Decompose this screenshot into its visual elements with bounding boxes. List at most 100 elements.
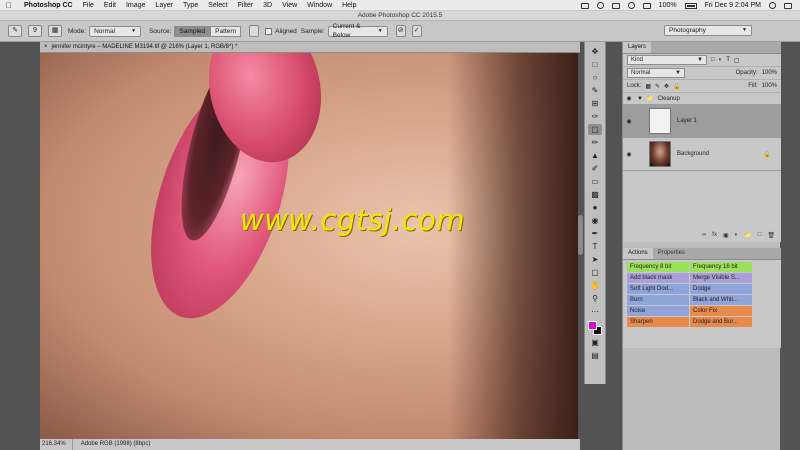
action-button[interactable]: Color Fix: [690, 306, 752, 316]
hand-tool[interactable]: ✋: [588, 280, 602, 291]
filter-shape-icon[interactable]: ▢: [734, 57, 740, 64]
pattern-swatch[interactable]: [249, 25, 260, 37]
image-canvas[interactable]: www.cgtsj.com: [40, 53, 578, 439]
menubar-clock[interactable]: Fri Dec 9 2:04 PM: [705, 2, 761, 9]
lock-move-icon[interactable]: ✥: [664, 83, 669, 90]
rectangle-tool[interactable]: ▢: [588, 267, 602, 278]
source-pattern-button[interactable]: Pattern: [210, 25, 242, 37]
dodge-tool[interactable]: ◉: [588, 215, 602, 226]
close-icon[interactable]: ×: [44, 44, 48, 50]
ignore-adjustment-layers-icon[interactable]: ⊘: [395, 25, 406, 37]
tab-properties[interactable]: Properties: [653, 248, 690, 259]
action-button[interactable]: Sharpen: [627, 317, 689, 327]
action-button[interactable]: Frequency 8 bit: [627, 262, 689, 272]
menu-edit[interactable]: Edit: [104, 2, 116, 9]
visibility-eye-icon[interactable]: ◉: [623, 151, 635, 158]
color-swatches[interactable]: [588, 321, 602, 335]
lock-pixels-icon[interactable]: ▦: [645, 83, 651, 90]
action-button[interactable]: Add black mask: [627, 273, 689, 283]
layer-row-background[interactable]: ◉ Background 🔒: [623, 138, 781, 171]
clone-stamp-tool[interactable]: ▲: [588, 150, 602, 161]
action-button[interactable]: Soft Light Dod...: [627, 284, 689, 294]
menu-select[interactable]: Select: [208, 2, 227, 9]
filter-adjustment-icon[interactable]: ◐: [719, 57, 723, 63]
menu-image[interactable]: Image: [126, 2, 145, 9]
wifi-icon[interactable]: [627, 2, 635, 9]
action-button[interactable]: Black and Whit...: [690, 295, 752, 305]
action-button[interactable]: Burn: [627, 295, 689, 305]
layer-row-layer-1[interactable]: ◉ Layer 1: [623, 105, 781, 138]
menu-3d[interactable]: 3D: [263, 2, 272, 9]
aligned-checkbox[interactable]: [265, 27, 273, 35]
sample-select[interactable]: Current & Below ▼: [327, 23, 388, 39]
layer-kind-filter[interactable]: Kind ▼: [627, 55, 707, 65]
menu-type[interactable]: Type: [183, 2, 198, 9]
path-select-tool[interactable]: ➤: [588, 254, 602, 265]
airplay-icon[interactable]: [611, 2, 620, 9]
foreground-color-swatch[interactable]: [588, 321, 597, 330]
delete-layer-icon[interactable]: 🗑: [767, 232, 775, 242]
menu-filter[interactable]: Filter: [238, 2, 254, 9]
menu-view[interactable]: View: [282, 2, 297, 9]
apple-menu-icon[interactable]: : [6, 1, 14, 10]
lock-paint-icon[interactable]: ✎: [655, 83, 660, 90]
menu-layer[interactable]: Layer: [155, 2, 173, 9]
menu-app-name[interactable]: Photoshop CC: [24, 2, 73, 9]
notification-center-icon[interactable]: [784, 2, 792, 9]
dropbox-icon[interactable]: [580, 2, 589, 9]
marquee-tool[interactable]: □: [588, 59, 602, 70]
lasso-tool[interactable]: ○: [588, 72, 602, 83]
action-button[interactable]: Merge Visible S...: [690, 273, 752, 283]
layer-group-cleanup[interactable]: ◉ ▼ 📁 Cleanup: [623, 93, 781, 105]
quick-select-tool[interactable]: ✎: [588, 85, 602, 96]
gradient-tool[interactable]: ▩: [588, 189, 602, 200]
type-tool[interactable]: T: [588, 241, 602, 252]
menu-window[interactable]: Window: [307, 2, 332, 9]
brush-tool[interactable]: ✏: [588, 137, 602, 148]
blend-mode-select[interactable]: Normal ▼: [627, 68, 685, 78]
history-brush-tool[interactable]: ✐: [588, 163, 602, 174]
volume-icon[interactable]: [642, 2, 651, 9]
zoom-level[interactable]: 216.34%: [42, 439, 73, 450]
quick-mask-icon[interactable]: ▣: [588, 337, 602, 348]
filter-pixel-icon[interactable]: □: [711, 57, 715, 63]
crop-tool[interactable]: ⊞: [588, 98, 602, 109]
filter-type-icon[interactable]: T: [726, 57, 730, 63]
sync-icon[interactable]: [596, 2, 604, 9]
pressure-size-icon[interactable]: ✓: [411, 25, 422, 37]
tab-actions[interactable]: Actions: [623, 248, 653, 259]
pen-tool[interactable]: ✒: [588, 228, 602, 239]
move-tool[interactable]: ✥: [588, 46, 602, 57]
adjustment-layer-icon[interactable]: ◐: [735, 232, 739, 242]
brush-size-picker[interactable]: 9: [28, 25, 42, 37]
disclosure-chevron-icon[interactable]: ▼: [637, 96, 643, 102]
document-tab[interactable]: × jennifer mcintyre – MADELINE M3194.tif …: [40, 42, 580, 53]
lock-all-icon[interactable]: 🔒: [673, 83, 680, 90]
clone-source-panel-icon[interactable]: ▦: [48, 25, 62, 37]
zoom-tool[interactable]: ⚲: [588, 293, 602, 304]
battery-icon[interactable]: [684, 2, 697, 9]
menu-help[interactable]: Help: [342, 2, 356, 9]
action-button[interactable]: Noise: [627, 306, 689, 316]
action-button[interactable]: Dodge: [690, 284, 752, 294]
mode-select[interactable]: Normal ▼: [89, 25, 142, 37]
more-tools-icon[interactable]: ⋯: [588, 306, 602, 317]
color-profile[interactable]: Adobe RGB (1998) (8bpc): [81, 439, 151, 450]
new-group-icon[interactable]: 📁: [744, 232, 751, 242]
eraser-tool[interactable]: ▭: [588, 176, 602, 187]
action-button[interactable]: Dodge and Bur...: [690, 317, 752, 327]
spotlight-icon[interactable]: [769, 2, 776, 9]
healing-brush-tool[interactable]: ▢: [588, 124, 602, 135]
action-button[interactable]: Frequency 16 bit: [690, 262, 752, 272]
eyedropper-tool[interactable]: ✑: [588, 111, 602, 122]
workspace-select[interactable]: Photography ▼: [664, 25, 752, 36]
screen-mode-icon[interactable]: ▤: [588, 350, 602, 361]
tab-layers[interactable]: Layers: [623, 42, 652, 53]
new-layer-icon[interactable]: □: [758, 232, 762, 242]
add-mask-icon[interactable]: ▣: [723, 232, 729, 242]
opacity-value[interactable]: 100%: [762, 70, 777, 76]
blur-tool[interactable]: ●: [588, 202, 602, 213]
fill-value[interactable]: 100%: [762, 83, 777, 89]
layer-style-icon[interactable]: fx: [712, 232, 717, 242]
healing-brush-preset-icon[interactable]: ✎: [8, 25, 22, 37]
